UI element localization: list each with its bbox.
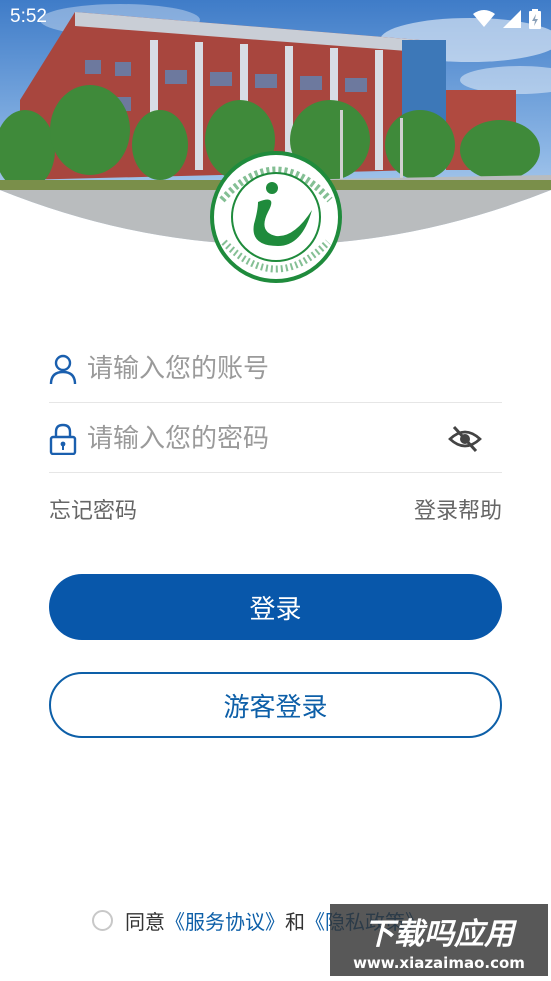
forgot-password-link[interactable]: 忘记密码 <box>49 493 137 525</box>
status-icons <box>473 9 541 29</box>
battery-icon <box>529 9 541 29</box>
watermark-url: www.xiazaimao.com <box>353 954 525 972</box>
account-input[interactable] <box>87 349 447 389</box>
guest-login-button[interactable]: 游客登录 <box>49 672 502 738</box>
account-field <box>49 337 502 403</box>
login-button[interactable]: 登录 <box>49 574 502 640</box>
wifi-icon <box>473 10 495 27</box>
user-icon <box>49 354 77 385</box>
password-field <box>49 407 502 473</box>
college-logo: 1958 <box>198 150 354 284</box>
agreement-radio[interactable] <box>92 909 113 931</box>
auth-links: 忘记密码 登录帮助 <box>49 493 502 527</box>
status-bar: 5:52 <box>0 0 551 36</box>
service-agreement-link[interactable]: 《服务协议》 <box>165 906 285 935</box>
logo-year: 1958 <box>266 246 286 255</box>
agreement-prefix: 同意 <box>125 909 165 934</box>
eye-off-icon[interactable] <box>448 423 482 455</box>
lock-icon <box>49 423 77 455</box>
login-help-link[interactable]: 登录帮助 <box>414 493 502 525</box>
watermark: 下载吗应用 www.xiazaimao.com <box>330 904 548 976</box>
agreement-and: 和 <box>285 909 305 934</box>
cellular-signal-icon <box>503 10 521 28</box>
status-time: 5:52 <box>10 6 47 27</box>
watermark-title: 下载吗应用 <box>364 917 518 952</box>
password-input[interactable] <box>87 419 447 459</box>
